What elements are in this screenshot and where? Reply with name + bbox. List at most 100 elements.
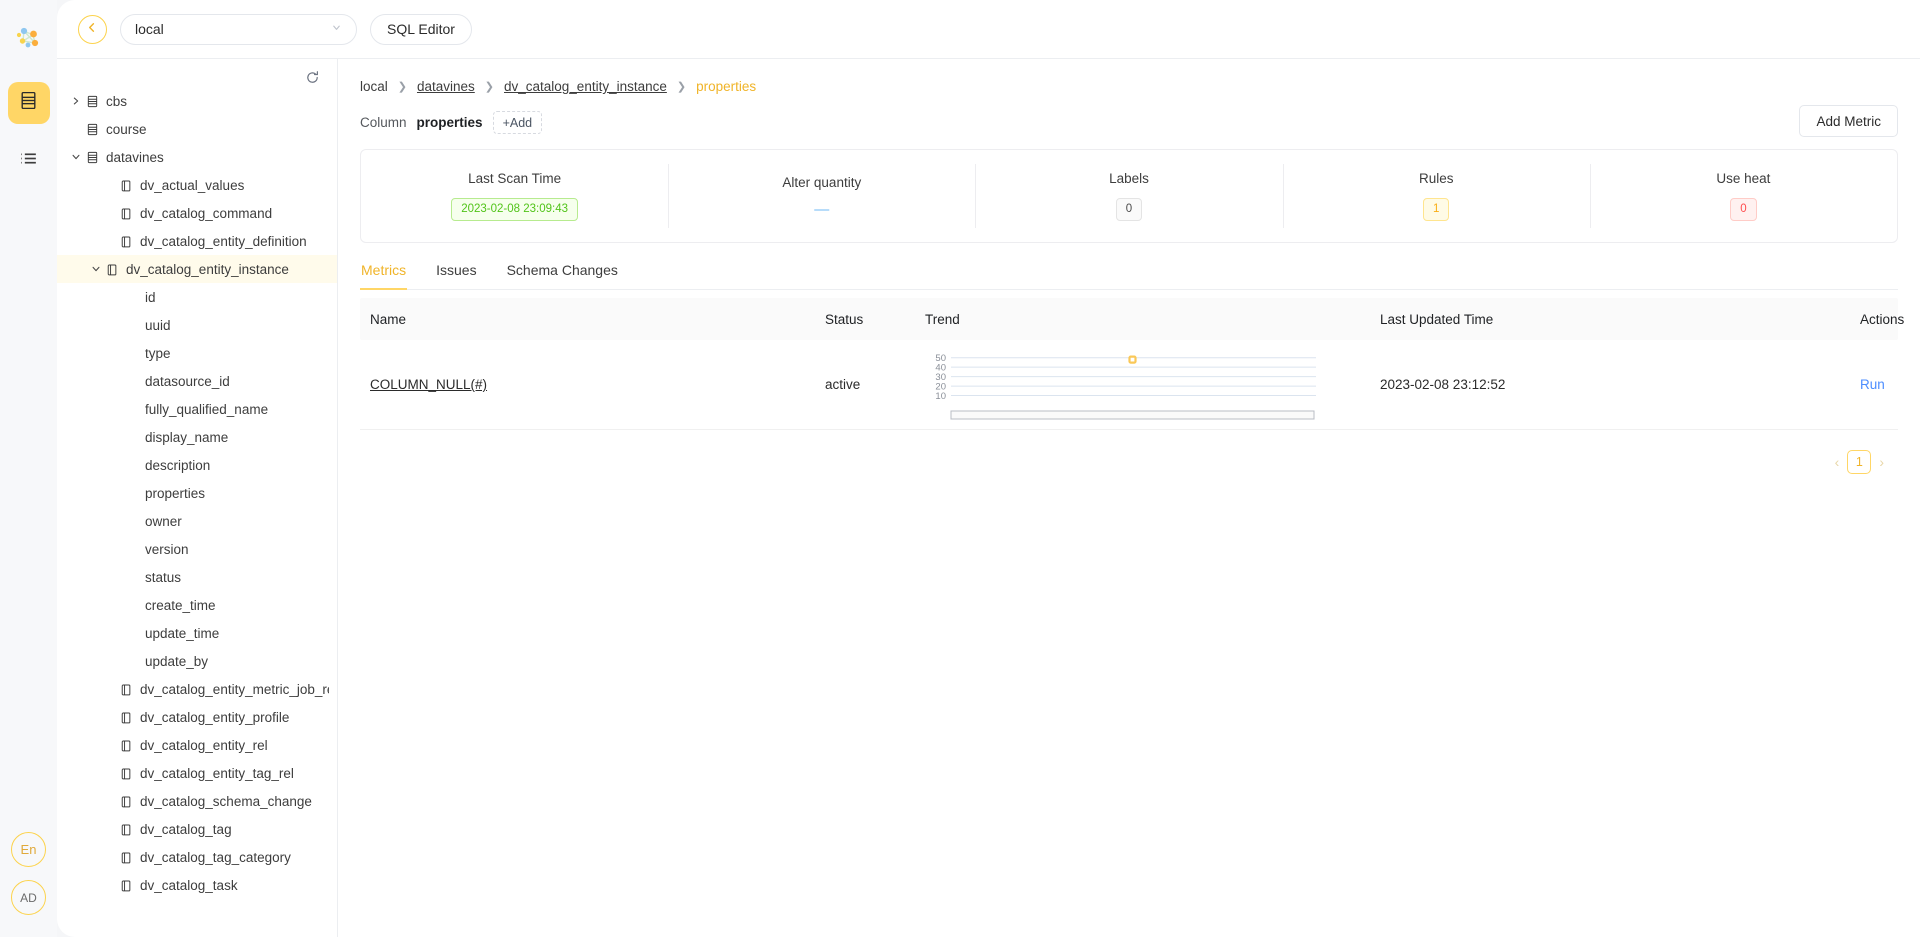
chevron-right-icon[interactable]: › bbox=[1879, 454, 1884, 470]
tree-node-properties[interactable]: properties bbox=[57, 479, 337, 507]
tab-issues[interactable]: Issues bbox=[435, 262, 477, 289]
tree-node-display-name[interactable]: display_name bbox=[57, 423, 337, 451]
tree-node-owner[interactable]: owner bbox=[57, 507, 337, 535]
app-root: En AD local SQL Editor cbs course datavi… bbox=[0, 0, 1920, 937]
tree-node-dv-catalog-tag-category[interactable]: dv_catalog_tag_category bbox=[57, 843, 337, 871]
tree-node-dv-catalog-entity-profile[interactable]: dv_catalog_entity_profile bbox=[57, 703, 337, 731]
tree-node-dv-catalog-entity-tag-rel[interactable]: dv_catalog_entity_tag_rel bbox=[57, 759, 337, 787]
tree-node-dv-catalog-entity-rel[interactable]: dv_catalog_entity_rel bbox=[57, 731, 337, 759]
stat-value-badge: — bbox=[814, 201, 830, 218]
stat-value-badge: 0 bbox=[1115, 197, 1143, 222]
tree-node-dv-catalog-schema-change[interactable]: dv_catalog_schema_change bbox=[57, 787, 337, 815]
add-metric-button[interactable]: Add Metric bbox=[1799, 105, 1898, 137]
stat-card-labels: Labels 0 bbox=[975, 150, 1282, 242]
tree-node-dv-catalog-task[interactable]: dv_catalog_task bbox=[57, 871, 337, 899]
tree-node-dv-catalog-command[interactable]: dv_catalog_command bbox=[57, 199, 337, 227]
arrow-left-icon bbox=[86, 21, 99, 37]
column-header-row: Column properties +Add Add Metric bbox=[360, 105, 1898, 137]
tab-schema-changes[interactable]: Schema Changes bbox=[506, 262, 619, 289]
tree-node-label: type bbox=[145, 345, 171, 361]
run-button[interactable]: Run bbox=[1860, 377, 1885, 392]
tree-node-datavines[interactable]: datavines bbox=[57, 143, 337, 171]
sql-editor-button[interactable]: SQL Editor bbox=[370, 13, 472, 45]
tree-node-fully-qualified-name[interactable]: fully_qualified_name bbox=[57, 395, 337, 423]
avatar[interactable]: AD bbox=[11, 880, 46, 915]
datasource-select[interactable]: local bbox=[120, 13, 357, 45]
cell-trend: 50 40 30 20 10 bbox=[915, 349, 1370, 421]
metric-name-link[interactable]: COLUMN_NULL(#) bbox=[370, 377, 487, 392]
stat-title: Last Scan Time bbox=[468, 170, 562, 186]
breadcrumb-item-dv-catalog-entity-instance[interactable]: dv_catalog_entity_instance bbox=[504, 79, 667, 94]
tree-node-uuid[interactable]: uuid bbox=[57, 311, 337, 339]
chevron-down-icon[interactable] bbox=[89, 264, 103, 274]
back-button[interactable] bbox=[78, 14, 107, 44]
refresh-icon[interactable] bbox=[303, 68, 321, 86]
table-icon bbox=[117, 767, 136, 780]
tab-bar[interactable]: Metrics Issues Schema Changes bbox=[360, 262, 1898, 290]
tree-node-dv-catalog-entity-definition[interactable]: dv_catalog_entity_definition bbox=[57, 227, 337, 255]
tree-node-label: dv_catalog_schema_change bbox=[140, 793, 312, 809]
database-icon bbox=[18, 90, 39, 116]
tree-node-type[interactable]: type bbox=[57, 339, 337, 367]
tree-node-label: fully_qualified_name bbox=[145, 401, 269, 417]
table-header-row: Name Status Trend Last Updated Time Acti… bbox=[360, 298, 1904, 340]
tree-node-dv-catalog-entity-metric-job-rel[interactable]: dv_catalog_entity_metric_job_rel bbox=[57, 675, 337, 703]
stat-card-rules: Rules 1 bbox=[1282, 150, 1590, 242]
schema-tree[interactable]: cbs course datavines dv_actual_values dv_cat… bbox=[57, 67, 337, 937]
database-icon bbox=[83, 95, 102, 108]
cell-status: active bbox=[825, 377, 861, 392]
tree-node-label: description bbox=[145, 457, 211, 473]
tree-node-update-time[interactable]: update_time bbox=[57, 619, 337, 647]
tree-node-update-by[interactable]: update_by bbox=[57, 647, 337, 675]
breadcrumb-item-local[interactable]: local bbox=[360, 79, 388, 94]
tree-node-label: dv_catalog_entity_metric_job_rel bbox=[140, 681, 329, 697]
stat-title: Rules bbox=[1418, 170, 1454, 186]
tree-node-label: dv_catalog_command bbox=[140, 205, 273, 221]
tree-node-label: dv_catalog_entity_rel bbox=[140, 737, 268, 753]
tree-node-label: owner bbox=[145, 513, 182, 529]
top-bar: local SQL Editor bbox=[57, 0, 1920, 59]
tree-node-dv-actual-values[interactable]: dv_actual_values bbox=[57, 171, 337, 199]
tree-node-version[interactable]: version bbox=[57, 535, 337, 563]
chevron-down-icon[interactable] bbox=[69, 152, 83, 162]
tree-node-description[interactable]: description bbox=[57, 451, 337, 479]
tree-node-label: dv_catalog_task bbox=[140, 877, 238, 893]
tree-node-label: dv_catalog_tag_category bbox=[140, 849, 291, 865]
tree-node-cbs[interactable]: cbs bbox=[57, 87, 337, 115]
tree-node-label: uuid bbox=[145, 317, 171, 333]
th-status: Status bbox=[815, 312, 915, 327]
tree-node-create-time[interactable]: create_time bbox=[57, 591, 337, 619]
tree-node-dv-catalog-entity-instance[interactable]: dv_catalog_entity_instance bbox=[57, 255, 337, 283]
table-icon bbox=[117, 711, 136, 724]
tree-node-dv-catalog-tag[interactable]: dv_catalog_tag bbox=[57, 815, 337, 843]
chevron-right-icon[interactable] bbox=[69, 96, 83, 106]
chevron-left-icon[interactable]: ‹ bbox=[1835, 454, 1840, 470]
tab-metrics[interactable]: Metrics bbox=[360, 262, 408, 290]
add-button[interactable]: +Add bbox=[492, 111, 543, 134]
tree-node-label: dv_catalog_tag bbox=[140, 821, 232, 837]
trend-chart: 50 40 30 20 10 bbox=[925, 349, 1320, 421]
language-button[interactable]: En bbox=[11, 832, 46, 867]
tree-node-datasource-id[interactable]: datasource_id bbox=[57, 367, 337, 395]
chart-zoom-slider[interactable] bbox=[950, 410, 1315, 419]
tree-node-label: id bbox=[145, 289, 156, 305]
data-point[interactable] bbox=[1128, 355, 1137, 364]
breadcrumb: local ❯ datavines ❯ dv_catalog_entity_instan… bbox=[360, 59, 1898, 94]
stats-card-row: Last Scan Time 2023-02-08 23:09:43 Alter q… bbox=[360, 149, 1898, 243]
breadcrumb-item-datavines[interactable]: datavines bbox=[417, 79, 475, 94]
page-body: cbs course datavines dv_actual_values dv_cat… bbox=[57, 59, 1920, 937]
database-icon bbox=[83, 151, 102, 164]
page-number-1[interactable]: 1 bbox=[1847, 450, 1872, 474]
table-icon bbox=[117, 739, 136, 752]
rail-item-tasks[interactable] bbox=[8, 140, 50, 182]
tree-node-status[interactable]: status bbox=[57, 563, 337, 591]
tree-node-label: datasource_id bbox=[145, 373, 230, 389]
tree-node-course[interactable]: course bbox=[57, 115, 337, 143]
stat-card-use-heat: Use heat 0 bbox=[1589, 150, 1897, 242]
breadcrumb-separator: ❯ bbox=[484, 81, 494, 93]
stat-value-badge: 2023-02-08 23:09:43 bbox=[451, 197, 578, 222]
table-row: COLUMN_NULL(#) active 50 40 30 20 10 2023-02… bbox=[360, 340, 1898, 430]
tree-node-id[interactable]: id bbox=[57, 283, 337, 311]
rail-item-catalog[interactable] bbox=[7, 82, 50, 124]
table-icon bbox=[117, 851, 136, 864]
